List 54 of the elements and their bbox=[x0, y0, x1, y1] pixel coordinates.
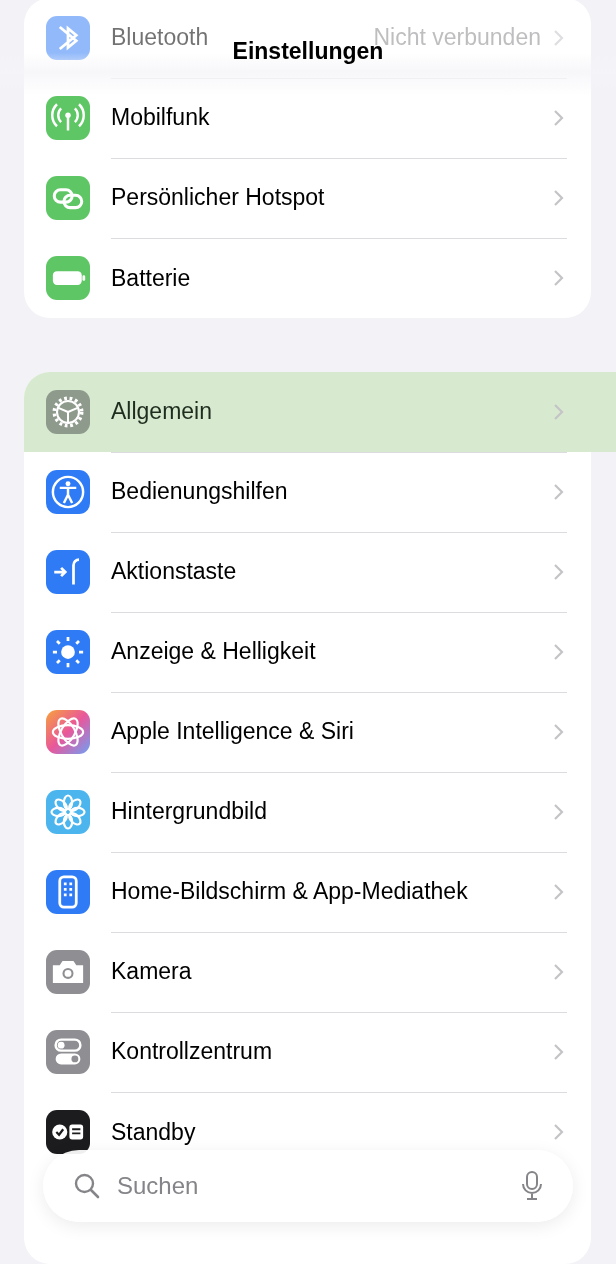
camera-icon bbox=[46, 950, 90, 994]
flower-icon bbox=[46, 790, 90, 834]
chevron-icon bbox=[553, 562, 564, 581]
chevron-icon bbox=[553, 188, 564, 207]
chevron-icon bbox=[553, 722, 564, 741]
row-label: Apple Intelligence & Siri bbox=[111, 718, 355, 745]
row-label: Kamera bbox=[111, 958, 193, 985]
sun-icon bbox=[46, 630, 90, 674]
row-label: Standby bbox=[111, 1118, 197, 1146]
arrow-button-icon bbox=[46, 550, 90, 594]
chevron-icon bbox=[553, 882, 564, 901]
accessibility-icon bbox=[46, 470, 90, 514]
settings-row[interactable]: Aktionstaste bbox=[24, 532, 591, 612]
row-label: Bluetooth bbox=[111, 24, 210, 51]
chain-link-icon bbox=[46, 176, 90, 220]
row-label: Home-Bildschirm & App-Mediathek bbox=[111, 878, 469, 905]
toggle-switches-icon bbox=[46, 1030, 90, 1074]
settings-row[interactable]: Kamera bbox=[24, 932, 591, 1012]
chevron-icon bbox=[553, 962, 564, 981]
row-label: Aktionstaste bbox=[111, 558, 238, 585]
search-icon bbox=[73, 1172, 101, 1200]
row-label: Mobilfunk bbox=[111, 104, 211, 131]
phone-grid-icon bbox=[46, 870, 90, 914]
settings-row[interactable]: Apple Intelligence & Siri bbox=[24, 692, 591, 772]
settings-row[interactable]: Anzeige & Helligkeit bbox=[24, 612, 591, 692]
settings-row[interactable]: Batterie bbox=[24, 238, 591, 318]
row-label: Hintergrundbild bbox=[111, 798, 268, 825]
chevron-icon bbox=[553, 642, 564, 661]
row-label: Batterie bbox=[111, 264, 192, 292]
chevron-icon bbox=[553, 1123, 564, 1141]
row-label: Bedienungshilfen bbox=[111, 478, 289, 505]
settings-row[interactable]: Allgemein bbox=[24, 372, 616, 452]
row-label: Allgemein bbox=[111, 398, 213, 425]
chevron-icon bbox=[553, 802, 564, 821]
orbit-icon bbox=[46, 710, 90, 754]
row-label: Kontrollzentrum bbox=[111, 1038, 274, 1065]
chevron-icon bbox=[553, 108, 564, 127]
settings-row[interactable]: Kontrollzentrum bbox=[24, 1012, 591, 1092]
battery-icon bbox=[46, 256, 90, 300]
settings-row[interactable]: Persönlicher Hotspot bbox=[24, 158, 591, 238]
settings-row[interactable]: Home-Bildschirm & App-Mediathek bbox=[24, 852, 591, 932]
search-input[interactable]: Suchen bbox=[115, 1171, 507, 1201]
settings-row[interactable]: Bedienungshilfen bbox=[24, 452, 591, 532]
row-label: Anzeige & Helligkeit bbox=[111, 638, 317, 665]
chevron-icon bbox=[553, 482, 564, 501]
row-label: Persönlicher Hotspot bbox=[111, 184, 326, 211]
settings-row[interactable]: Hintergrundbild bbox=[24, 772, 591, 852]
antenna-icon bbox=[46, 96, 90, 140]
microphone-icon[interactable] bbox=[521, 1171, 543, 1201]
chevron-icon bbox=[553, 1042, 564, 1061]
settings-icon bbox=[46, 390, 90, 434]
chevron-icon bbox=[553, 402, 564, 421]
settings-row[interactable]: Mobilfunk bbox=[24, 78, 591, 158]
chevron-icon bbox=[553, 269, 564, 287]
